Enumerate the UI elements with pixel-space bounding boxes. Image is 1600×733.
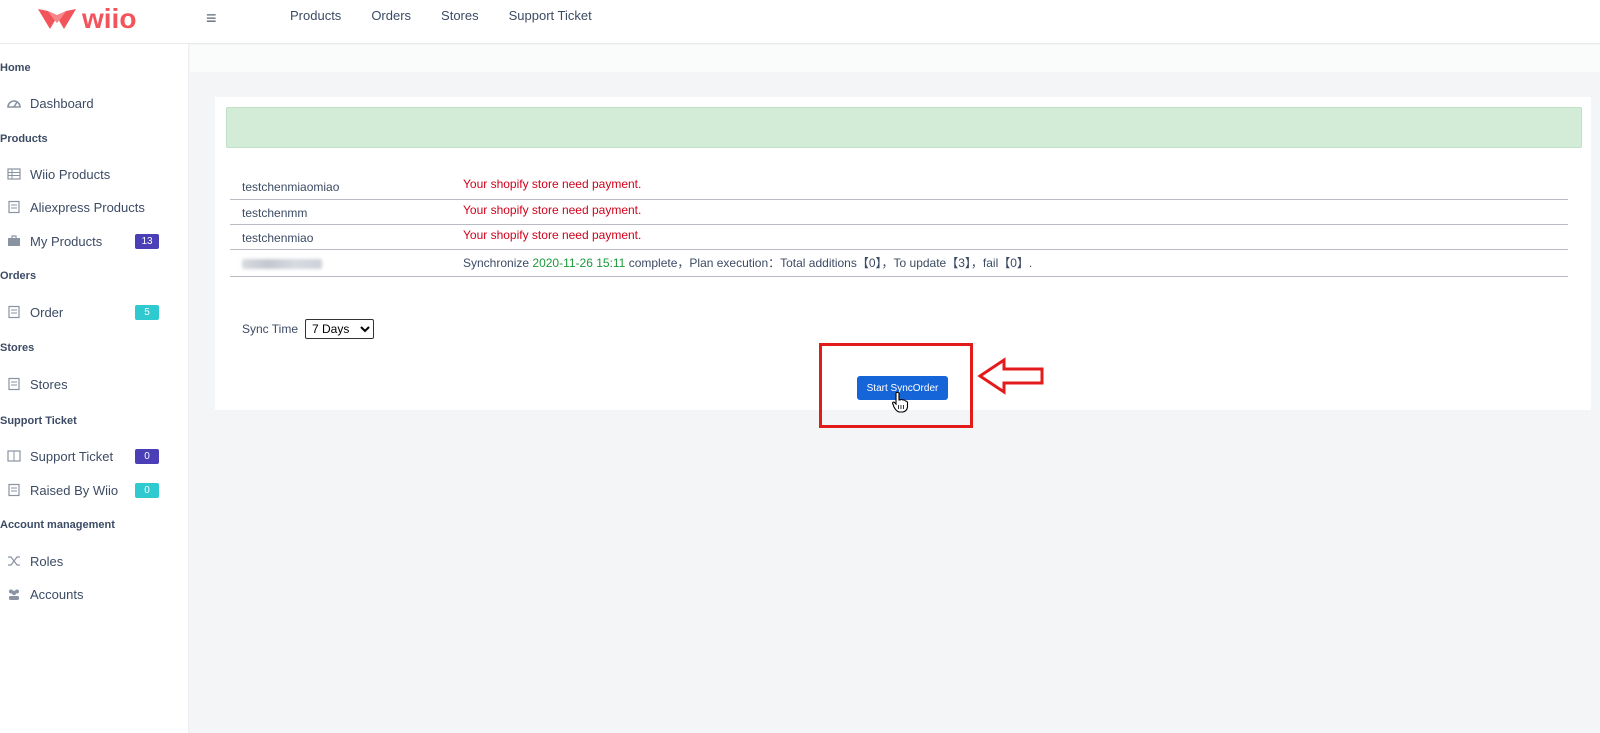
table-row: Synchronize 2020-11-26 15:11 complete，Pl… (230, 250, 1568, 277)
document-icon (7, 483, 21, 497)
brand-logo[interactable]: wiio (36, 4, 136, 34)
my-products-count-badge: 13 (135, 233, 159, 249)
sync-time-select[interactable]: 7 Days (305, 319, 374, 339)
table-row: testchenmm Your shopify store need payme… (230, 200, 1568, 225)
sidebar: Home Dashboard Products Wiio Products Al… (0, 44, 189, 733)
top-header: wiio ≡ Products Orders Stores Support Ti… (0, 0, 1600, 44)
sidebar-label-my-products: My Products (30, 233, 103, 249)
sync-result-message: Synchronize 2020-11-26 15:11 complete，Pl… (463, 254, 1032, 271)
content-header-band (190, 45, 1600, 72)
topnav-support-ticket[interactable]: Support Ticket (509, 8, 592, 23)
sync-time-label: Sync Time (242, 322, 299, 336)
topnav-orders[interactable]: Orders (371, 8, 411, 23)
top-nav: Products Orders Stores Support Ticket (290, 8, 622, 23)
success-alert (226, 107, 1582, 148)
sidebar-section-orders: Orders (0, 270, 37, 282)
sidebar-label-order: Order (30, 304, 64, 320)
sidebar-item-my-products[interactable]: My Products 13 (0, 226, 189, 256)
briefcase-icon (7, 234, 21, 248)
hand-pointer-cursor-icon (891, 391, 909, 413)
sidebar-item-raised-by-wiio[interactable]: Raised By Wiio 0 (0, 475, 189, 505)
users-icon (7, 587, 21, 601)
sync-result-prefix: Synchronize (463, 256, 530, 270)
sidebar-item-support-ticket[interactable]: Support Ticket 0 (0, 441, 189, 471)
sidebar-label-support-ticket: Support Ticket (30, 448, 114, 464)
sidebar-label-raised-by-wiio: Raised By Wiio (30, 482, 119, 498)
sidebar-label-accounts: Accounts (30, 586, 84, 602)
sidebar-section-home: Home (0, 62, 31, 74)
document-icon (7, 377, 21, 391)
sidebar-label-wiio-products: Wiio Products (30, 166, 111, 182)
sync-message: Your shopify store need payment. (463, 203, 642, 217)
sidebar-item-stores[interactable]: Stores (0, 369, 189, 399)
sync-result-suffix: complete，Plan execution：Total additions【… (628, 256, 1033, 270)
topnav-products[interactable]: Products (290, 8, 341, 23)
store-name: testchenmiao (242, 231, 314, 245)
store-name: testchenmm (242, 206, 308, 220)
sidebar-item-wiio-products[interactable]: Wiio Products (0, 159, 189, 189)
store-name: testchenmiaomiao (242, 180, 340, 194)
sidebar-item-dashboard[interactable]: Dashboard (0, 88, 189, 118)
sync-message: Your shopify store need payment. (463, 177, 642, 191)
topnav-stores[interactable]: Stores (441, 8, 479, 23)
sidebar-item-aliexpress-products[interactable]: Aliexpress Products (0, 192, 189, 222)
sidebar-item-order[interactable]: Order 5 (0, 297, 189, 327)
raised-by-wiio-count-badge: 0 (135, 482, 159, 498)
grid-icon (7, 167, 21, 181)
document-icon (7, 200, 21, 214)
sync-message: Your shopify store need payment. (463, 228, 642, 242)
sidebar-item-roles[interactable]: Roles (0, 546, 189, 576)
sidebar-section-stores: Stores (0, 342, 35, 354)
table-row: testchenmiao Your shopify store need pay… (230, 225, 1568, 250)
sidebar-section-support: Support Ticket (0, 415, 77, 427)
support-ticket-count-badge: 0 (135, 448, 159, 464)
store-name-blurred (242, 258, 322, 272)
sync-datetime: 2020-11-26 15:11 (532, 256, 626, 270)
dashboard-icon (7, 96, 21, 110)
document-icon (7, 305, 21, 319)
sidebar-section-products: Products (0, 133, 48, 145)
columns-icon (7, 449, 21, 463)
sidebar-label-aliexpress-products: Aliexpress Products (30, 199, 145, 215)
sidebar-section-account: Account management (0, 519, 115, 531)
brand-name: wiio (82, 3, 137, 34)
menu-toggle-icon[interactable]: ≡ (206, 8, 217, 29)
table-row: testchenmiaomiao Your shopify store need… (230, 174, 1568, 200)
sidebar-label-roles: Roles (30, 553, 64, 569)
shuffle-icon (7, 554, 21, 568)
sidebar-item-accounts[interactable]: Accounts (0, 579, 189, 609)
sidebar-label-stores: Stores (30, 376, 68, 392)
annotation-arrow-icon (977, 357, 1044, 395)
sidebar-label-dashboard: Dashboard (30, 95, 94, 111)
order-count-badge: 5 (135, 304, 159, 320)
wiio-logo-icon (38, 9, 76, 29)
